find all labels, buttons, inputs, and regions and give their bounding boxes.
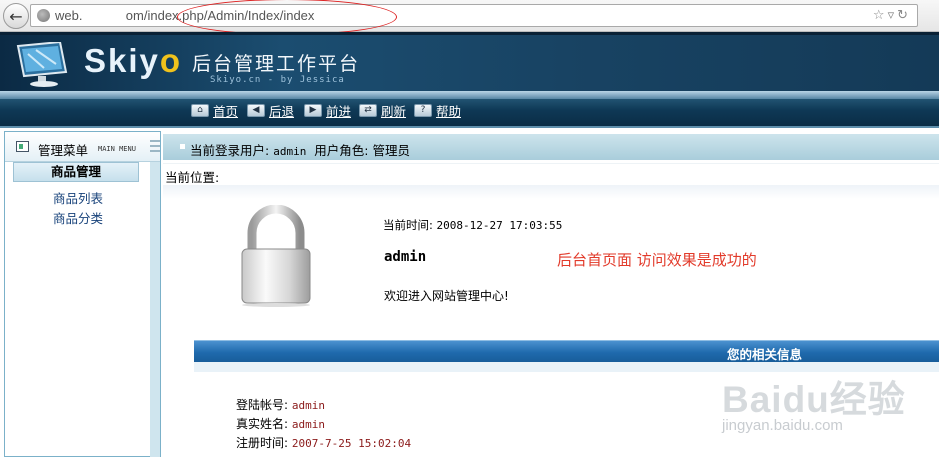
top-nav: ⌂ 首页 ◀ 后退 ▶ 前进 ⇄ 刷新 ? 帮助 [0,91,939,128]
current-time: 当前时间: 2008-12-27 17:03:55 [383,218,563,232]
user-info-bar: 当前登录用户: admin 用户角色: 管理员 [163,134,939,160]
nav-home[interactable]: ⌂ 首页 [191,101,238,120]
url-highlight-circle [177,0,397,35]
watermark-url: jingyan.baidu.com [722,417,843,434]
detail-row-register-time: 注册时间: 2007-7-25 15:02:04 [236,436,412,450]
sidebar-item-product-list[interactable]: 商品列表 [5,188,151,207]
star-icon[interactable]: ☆ [873,8,888,23]
sidebar-scrollbar[interactable] [150,162,160,457]
platform-title: 后台管理工作平台 [192,53,361,75]
browser-toolbar: ← web. om/index.php/Admin/Index/index ☆▿… [0,0,939,35]
help-icon: ? [414,103,432,117]
collapse-handle-icon[interactable] [150,140,160,152]
nav-back-label[interactable]: 后退 [269,101,294,120]
address-bar-actions[interactable]: ☆▿↻ [873,8,911,23]
username-heading: admin [384,249,427,265]
address-bar[interactable]: web. om/index.php/Admin/Index/index ☆▿↻ [30,0,918,35]
forward-arrow-icon: ▶ [304,103,322,117]
breadcrumb: 当前位置: [163,163,939,185]
reload-icon[interactable]: ↻ [897,8,911,23]
nav-forward-label[interactable]: 前进 [326,101,351,120]
role-value: 管理员 [372,143,410,158]
sidebar-subtitle: MAIN MENU [98,145,136,153]
bullet-icon [180,144,185,149]
nav-forward[interactable]: ▶ 前进 [304,101,351,120]
detail-row-account: 登陆帐号: admin [236,398,325,412]
back-arrow-icon: ← [9,6,23,26]
sidebar-section-products[interactable]: 商品管理 [13,162,139,182]
welcome-message: 欢迎进入网站管理中心! [384,289,509,303]
sidebar-item-product-category[interactable]: 商品分类 [5,208,151,227]
menu-icon [16,141,29,152]
nav-refresh[interactable]: ⇄ 刷新 [359,101,406,120]
back-arrow-icon: ◀ [247,103,265,117]
nav-back[interactable]: ◀ 后退 [247,101,294,120]
detail-row-realname: 真实姓名: admin [236,417,325,431]
user-value: admin [273,145,307,158]
breadcrumb-label: 当前位置: [165,170,220,185]
nav-refresh-label[interactable]: 刷新 [381,101,406,120]
padlock-icon [241,205,311,307]
globe-icon [37,9,50,22]
nav-help-label[interactable]: 帮助 [436,101,461,120]
banner-subtitle: Skiyo.cn - by Jessica [210,75,345,85]
user-info-text: 当前登录用户: admin 用户角色: 管理员 [190,143,410,158]
monitor-logo-icon [16,42,68,87]
refresh-icon: ⇄ [359,103,377,117]
site-banner: Skiyo 后台管理工作平台 Skiyo.cn - by Jessica [0,32,939,91]
content-top-fade [163,185,939,199]
dropdown-icon[interactable]: ▿ [888,8,898,23]
sidebar: 管理菜单 MAIN MENU 商品管理 商品列表 商品分类 [4,131,161,457]
sidebar-title: 管理菜单 [38,143,89,158]
baidu-watermark: Baidu经验 jingyan.baidu.com [722,357,939,457]
site-logo: Skiyo [84,42,183,79]
annotation-text: 后台首页面 访问效果是成功的 [557,251,757,269]
nav-help[interactable]: ? 帮助 [414,101,461,120]
nav-home-label[interactable]: 首页 [213,101,238,120]
home-icon: ⌂ [191,103,209,117]
sidebar-header: 管理菜单 MAIN MENU [5,132,160,162]
watermark-brand: Baidu经验 [722,379,906,420]
back-button[interactable]: ← [3,3,29,29]
